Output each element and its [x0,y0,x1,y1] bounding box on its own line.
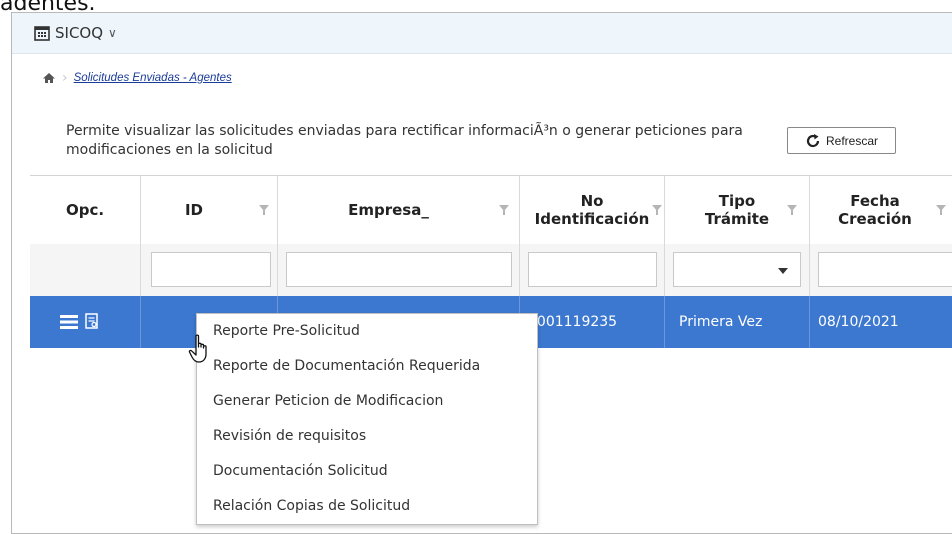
menu-icon[interactable] [60,315,78,329]
row-options-cell [30,296,141,348]
calendar-building-icon [34,26,50,41]
row-cell-fecha-creacion: 08/10/2021 [818,314,899,330]
refresh-icon [806,133,820,147]
app-header [12,13,952,54]
app-title: SICOQ [55,24,104,42]
filter-input-no-identificacion[interactable] [528,252,657,287]
filter-cell-tipo-tramite [665,244,810,296]
column-header-no-identificacion[interactable]: No Identificación [520,176,665,244]
refresh-button-label: Refrescar [825,133,878,148]
column-header-opc: Opc. [30,176,141,244]
filter-input-fecha-creacion[interactable] [818,252,952,287]
filter-icon[interactable] [499,205,509,215]
menu-item-generar-peticion-modificacion[interactable]: Generar Peticion de Modificacion [213,393,443,409]
filter-icon[interactable] [936,205,946,215]
filter-cell-empresa [278,244,520,296]
filter-input-empresa[interactable] [286,252,512,287]
page-description: Permite visualizar las solicitudes envia… [66,123,743,158]
breadcrumb: › Solicitudes Enviadas - Agentes [42,70,232,86]
filter-icon[interactable] [652,205,662,215]
filter-icon[interactable] [259,205,269,215]
column-header-empresa[interactable]: Empresa_ [278,176,520,244]
filter-select-tipo-tramite[interactable] [673,252,801,287]
home-icon[interactable] [42,72,56,84]
filter-icon[interactable] [787,205,797,215]
menu-item-documentacion-solicitud[interactable]: Documentación Solicitud [213,463,388,479]
column-header-tipo-tramite[interactable]: Tipo Trámite [665,176,810,244]
filter-cell-id [141,244,278,296]
filter-input-id[interactable] [151,252,271,287]
menu-item-reporte-documentacion-requerida[interactable]: Reporte de Documentación Requerida [213,358,480,374]
grid-header-row: Opc. ID Empresa_ No Identificación Tipo … [30,175,952,245]
breadcrumb-separator: › [62,70,68,86]
hand-cursor-icon [188,334,207,363]
app-menu[interactable]: SICOQ ∨ [34,24,117,42]
column-header-fecha-creacion[interactable]: Fecha Creación [810,176,952,244]
chevron-down-icon: ∨ [108,26,117,40]
filter-cell-no-identificacion [520,244,665,296]
row-cell-tipo-tramite: Primera Vez [665,296,810,348]
menu-item-reporte-pre-solicitud[interactable]: Reporte Pre-Solicitud [213,323,360,339]
filter-cell-opc [30,244,141,296]
row-context-menu: Reporte Pre-Solicitud Reporte de Documen… [196,313,538,525]
row-cell-no-identificacion: 1001119235 [520,296,665,348]
filter-cell-fecha-creacion [810,244,952,296]
breadcrumb-link[interactable]: Solicitudes Enviadas - Agentes [74,72,232,84]
chevron-down-icon [778,268,788,274]
menu-item-revision-requisitos[interactable]: Revisión de requisitos [213,428,366,444]
column-header-id[interactable]: ID [141,176,278,244]
grid-filter-row [30,244,952,297]
document-view-icon[interactable] [85,313,99,329]
refresh-button[interactable]: Refrescar [787,127,896,154]
